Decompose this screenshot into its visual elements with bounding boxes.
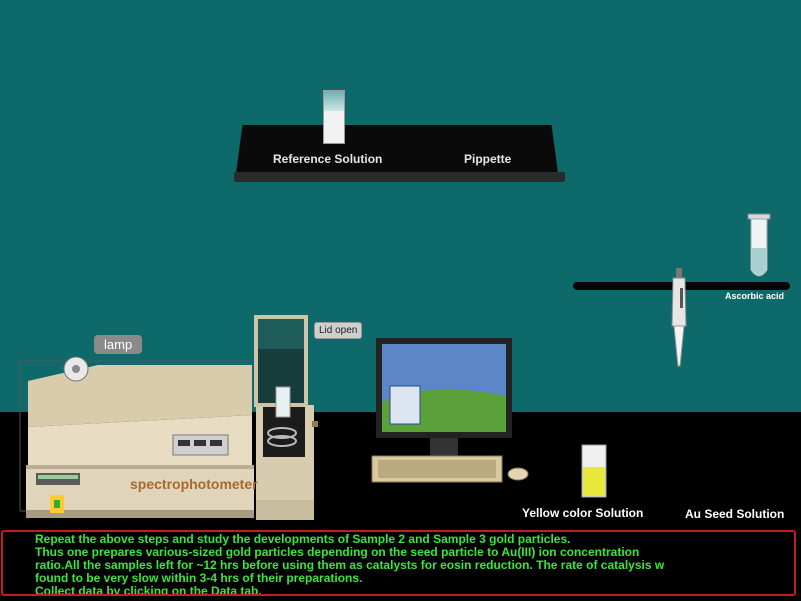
lamp-tag[interactable]: lamp (94, 335, 143, 354)
computer[interactable] (370, 338, 540, 484)
spectrophotometer-label: spectrophotometer (130, 476, 258, 492)
instructions-panel: Repeat the above steps and study the dev… (1, 530, 796, 596)
reference-solution-label: Reference Solution (273, 152, 383, 166)
pipette-label: Pippette (464, 152, 512, 166)
spectrophotometer[interactable] (18, 315, 318, 531)
ascorbic-acid-tube[interactable] (745, 212, 775, 284)
yellow-solution-cuvette[interactable] (580, 443, 608, 499)
upper-shelf-edge (234, 172, 565, 182)
yellow-solution-label: Yellow color Solution (522, 506, 644, 520)
au-seed-solution-label: Au Seed Solution (685, 507, 785, 521)
lab-scene: Reference Solution Pippette Ascorbic aci… (0, 0, 801, 601)
instruction-line: Collect data by clicking on the Data tab… (35, 584, 262, 596)
pipette-icon[interactable] (666, 266, 692, 370)
reference-cuvette[interactable] (323, 90, 345, 144)
lid-open-tag[interactable]: Lid open (314, 322, 363, 339)
ascorbic-acid-label: Ascorbic acid (725, 291, 785, 301)
